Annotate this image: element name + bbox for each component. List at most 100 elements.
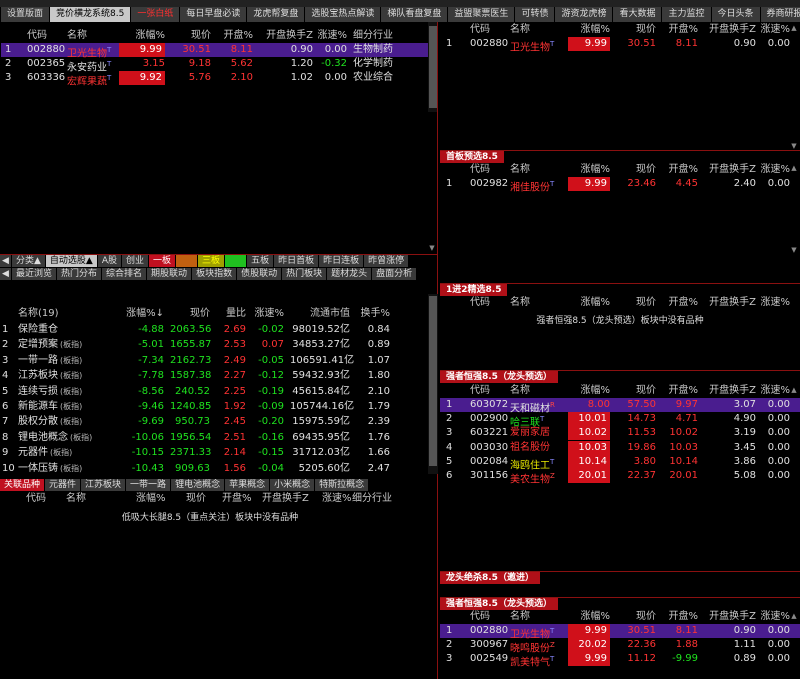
change-pct: 10.03: [568, 440, 610, 455]
view-tab-5[interactable]: 债股联动: [237, 268, 283, 280]
table-row[interactable]: 2 002365 永安药业T 3.15 9.18 5.62 1.20 -0.32 化学制药: [1, 57, 437, 73]
category-tab-8[interactable]: 五板: [247, 255, 275, 267]
tab-scroll-left-icon[interactable]: ◀: [0, 255, 12, 267]
category-tab-2[interactable]: A股: [97, 255, 123, 267]
top-tab-2[interactable]: 一张白纸: [131, 7, 181, 22]
stock-badge: Z: [550, 472, 555, 480]
stock-code: 002982: [470, 178, 509, 189]
related-tab-6[interactable]: 小米概念: [270, 479, 316, 491]
table-row[interactable]: 2 002900 哈三联T 10.01 14.73 4.71 4.90 0.00: [440, 412, 800, 429]
table-row[interactable]: 1 002880 卫光生物T 9.99 30.51 8.11 0.90 0.00: [440, 37, 800, 53]
category-tab-11[interactable]: 昨曾涨停: [364, 255, 410, 267]
category-tab-9[interactable]: 昨日首板: [274, 255, 320, 267]
float-cap: 106591.41亿: [290, 354, 355, 366]
category-tab-1[interactable]: 自动选股▲: [45, 255, 98, 267]
top-tab-1[interactable]: 竞价横龙系统8.5: [50, 7, 132, 22]
table-row[interactable]: 3 603336 宏辉果蔬T 9.92 5.76 2.10 1.02 0.00 农业综合: [1, 71, 437, 88]
top-tab-13[interactable]: 券商研报: [760, 7, 800, 22]
sector-scrollbar[interactable]: [428, 294, 438, 474]
float-cap: 15975.59亿: [292, 416, 350, 428]
view-tab-3[interactable]: 期股联动: [147, 268, 193, 280]
table-row[interactable]: 1 002880 卫光生物T 9.99 30.51 8.11 0.90 0.00 生物制药: [1, 43, 437, 59]
related-tab-5[interactable]: 苹果概念: [225, 479, 271, 491]
dragon-kill-title[interactable]: 龙头绝杀8.5（邀进）: [440, 572, 540, 584]
price: 2371.33: [170, 447, 212, 459]
category-tab-4[interactable]: 一板: [149, 255, 177, 267]
scroll-down-icon[interactable]: ▼: [790, 142, 798, 150]
column-header: 细分行业: [352, 493, 392, 504]
scroll-up-icon[interactable]: ▲: [790, 612, 798, 620]
turnover-pct: 2.47: [367, 462, 390, 474]
table-row[interactable]: 2 300967 晓鸣股份Z 20.02 22.36 1.88 1.11 0.00: [440, 638, 800, 655]
category-tab-0[interactable]: 分类▲: [12, 255, 46, 267]
table-row[interactable]: 5 连续亏损 (板指) -8.56 240.52 2.25 -0.19 45615.84亿 2.…: [0, 385, 437, 399]
sector-tag: (板指): [60, 371, 83, 381]
view-tab-6[interactable]: 热门板块: [282, 268, 328, 280]
category-tab-7[interactable]: [225, 255, 248, 267]
turnover-pct: 2.10: [367, 385, 390, 397]
scroll-down-icon[interactable]: ▼: [790, 246, 798, 254]
table-row[interactable]: 3 002549 凯美特气T 9.99 11.12 -9.99 0.89 0.00: [440, 652, 800, 669]
scroll-up-icon[interactable]: ▲: [790, 24, 798, 32]
table-row[interactable]: 8 锂电池概念 (板指) -10.06 1956.54 2.51 -0.16 69435.95…: [0, 431, 437, 445]
top-tab-12[interactable]: 今日头条: [711, 7, 761, 22]
top-tab-0[interactable]: 设置版面: [1, 7, 51, 22]
related-tab-7[interactable]: 特斯拉概念: [315, 479, 370, 491]
related-tab-2[interactable]: 江苏板块: [81, 479, 127, 491]
stock-name: 宏辉果蔬T: [67, 74, 112, 88]
top-tab-8[interactable]: 可转债: [515, 7, 556, 22]
table-row[interactable]: 7 股权分散 (板指) -9.69 950.73 2.45 -0.20 15975.59亿 2.…: [0, 415, 437, 429]
top-tab-10[interactable]: 看大数据: [613, 7, 663, 22]
table-row[interactable]: 9 元器件 (板指) -10.15 2371.33 2.14 -0.15 31712.03亿 1…: [0, 446, 437, 460]
category-tab-6[interactable]: 三板: [198, 255, 226, 267]
stock-code: 603221: [470, 427, 509, 439]
table-row[interactable]: 1 保险重仓 -4.88 2063.56 2.69 -0.02 98019.52亿 0.84: [0, 323, 437, 337]
scroll-down-icon[interactable]: ▼: [428, 244, 436, 252]
table-row[interactable]: 3 603221 爱丽家居 10.02 11.53 10.02 3.19 0.00: [440, 426, 800, 441]
top-tab-7[interactable]: 益盟聚票医生: [448, 7, 516, 22]
table-row[interactable]: 1 002982 湘佳股份T 9.99 23.46 4.45 2.40 0.00: [440, 177, 800, 193]
scroll-up-icon[interactable]: ▲: [790, 386, 798, 394]
table-row[interactable]: 10 一体压铸 (板指) -10.43 909.63 1.56 -0.04 5205.60亿 2…: [0, 462, 437, 476]
table-row[interactable]: 5 002084 海鸥住工T 10.14 3.80 10.14 3.86 0.00: [440, 454, 800, 471]
related-tab-3[interactable]: 一带一路: [126, 479, 172, 491]
row-index: 1: [2, 324, 9, 335]
related-tab-1[interactable]: 元器件: [45, 479, 82, 491]
top-tab-9[interactable]: 游资龙虎榜: [555, 7, 614, 22]
table-row[interactable]: 2 定增预案 (板指) -5.01 1655.87 2.53 0.07 34853.27亿 0.…: [0, 338, 437, 352]
view-tab-0[interactable]: 最近浏览: [12, 268, 58, 280]
stock-badge: T: [550, 457, 555, 466]
view-tab-1[interactable]: 热门分布: [57, 268, 103, 280]
volume-ratio: 1.56: [223, 462, 246, 474]
table-row[interactable]: 4 003030 祖名股份 10.03 19.86 10.03 3.45 0.00: [440, 440, 800, 455]
category-tab-5[interactable]: [176, 255, 199, 267]
view-tab-7[interactable]: 题材龙头: [327, 268, 373, 280]
top-tab-4[interactable]: 龙虎帮复盘: [247, 7, 306, 22]
related-tab-4[interactable]: 锂电池概念: [171, 479, 226, 491]
top-tab-3[interactable]: 每日早盘必读: [180, 7, 248, 22]
tab-scroll-left-icon[interactable]: ◀: [0, 268, 12, 280]
scroll-up-icon[interactable]: ▲: [790, 164, 798, 172]
table-row[interactable]: 3 一带一路 (板指) -7.34 2162.73 2.49 -0.05 106591.41亿…: [0, 354, 437, 368]
open-turnover: 3.19: [733, 427, 756, 439]
speed-pct: 0.00: [767, 653, 790, 665]
strong-title[interactable]: 强者恒强8.5（龙头预选）: [440, 371, 558, 383]
table-row[interactable]: 1 603072 天和磁材R 8.00 57.50 9.97 3.07 0.00: [440, 398, 800, 414]
top-tab-6[interactable]: 梯队看盘复盘: [381, 7, 449, 22]
view-tab-8[interactable]: 盘面分析: [372, 268, 418, 280]
open-turnover: 0.90: [733, 625, 756, 636]
view-tab-4[interactable]: 板块指数: [192, 268, 238, 280]
category-tab-3[interactable]: 创业: [122, 255, 150, 267]
top-tab-5[interactable]: 选股宝热点解读: [305, 7, 382, 22]
table-row[interactable]: 1 002880 卫光生物T 9.99 30.51 8.11 0.90 0.00: [440, 624, 800, 640]
change-pct: 20.02: [568, 638, 610, 653]
table-row[interactable]: 4 江苏板块 (板指) -7.78 1587.38 2.27 -0.12 59432.93亿 1…: [0, 369, 437, 383]
category-tab-10[interactable]: 昨日连板: [319, 255, 365, 267]
related-tab-0[interactable]: 关联品种: [0, 479, 46, 491]
top-tab-11[interactable]: 主力监控: [662, 7, 712, 22]
column-header: 现价: [636, 297, 656, 308]
table-row[interactable]: 6 新能源车 (板指) -9.46 1240.85 1.92 -0.09 105744.16亿…: [0, 400, 437, 414]
view-tab-2[interactable]: 综合排名: [102, 268, 148, 280]
table-row[interactable]: 6 301156 美农生物Z 20.01 22.37 20.01 5.08 0.00: [440, 469, 800, 485]
stock-badge: T: [107, 46, 112, 54]
